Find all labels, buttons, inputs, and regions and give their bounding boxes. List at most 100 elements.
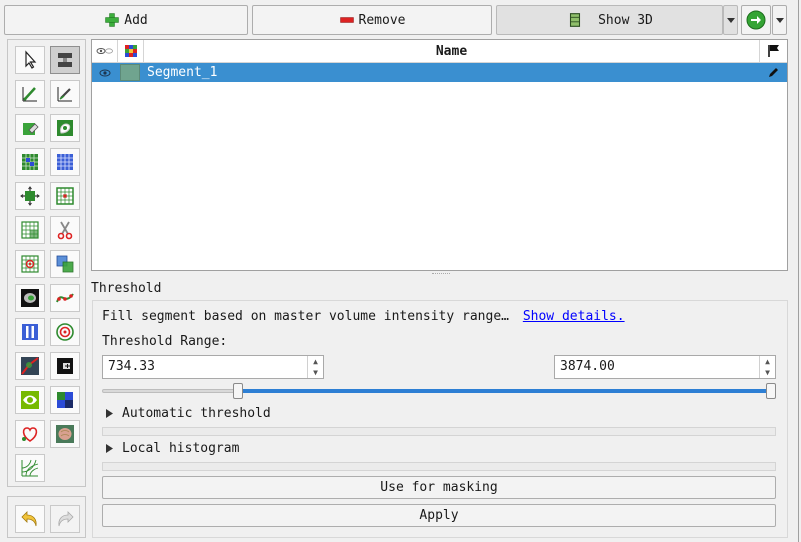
undo-button[interactable] xyxy=(15,505,45,533)
apply-button[interactable]: Apply xyxy=(102,504,776,527)
tool-draw-grid[interactable] xyxy=(15,454,45,482)
margin-icon xyxy=(20,186,40,206)
chevron-down-icon xyxy=(775,17,784,23)
slider-range-fill xyxy=(238,389,771,393)
tool-split-volume[interactable] xyxy=(15,318,45,346)
tool-engrave[interactable] xyxy=(15,420,45,448)
chevron-down-icon xyxy=(726,17,735,23)
tool-grow-from-seeds[interactable] xyxy=(15,148,45,176)
tool-wrap-solidify[interactable] xyxy=(50,352,80,380)
redo-button[interactable] xyxy=(50,505,80,533)
level-tracing-icon xyxy=(57,120,73,136)
smoothing-grid-icon xyxy=(21,221,39,239)
status-column-header[interactable] xyxy=(759,40,787,62)
chevron-right-icon xyxy=(106,444,113,453)
plus-icon xyxy=(105,13,119,27)
redo-icon xyxy=(58,511,74,527)
tool-surface-cut[interactable] xyxy=(50,284,80,312)
slider-min-handle[interactable] xyxy=(233,383,244,399)
show-3d-button[interactable]: Show 3D xyxy=(496,5,723,35)
tool-local-threshold[interactable] xyxy=(50,318,80,346)
local-histogram-section xyxy=(102,462,776,471)
remove-segment-button[interactable]: Remove xyxy=(252,5,492,35)
show-details-link[interactable]: Show details. xyxy=(523,309,625,324)
pointer-icon xyxy=(25,50,37,69)
tool-erase[interactable] xyxy=(15,114,45,142)
grid-seeds-icon xyxy=(22,154,38,170)
curved-grid-icon xyxy=(21,459,39,477)
tool-smoothing[interactable] xyxy=(15,216,45,244)
next-dropdown[interactable] xyxy=(772,5,787,35)
tool-margin[interactable] xyxy=(15,182,45,210)
undo-icon xyxy=(21,511,37,527)
flag-icon xyxy=(767,45,779,57)
tool-logical-operators[interactable] xyxy=(50,250,80,278)
threshold-range-label: Threshold Range: xyxy=(102,334,228,349)
brain-icon xyxy=(56,425,74,443)
minus-icon xyxy=(339,17,354,23)
threshold-min-spinbox[interactable]: 734.33 ▲ ▼ xyxy=(102,355,324,379)
max-spin-arrows[interactable]: ▲ ▼ xyxy=(759,356,775,378)
tool-draw[interactable] xyxy=(50,80,80,108)
description-text: Fill segment based on master volume inte… xyxy=(102,309,509,324)
split-volume-icon xyxy=(22,324,38,340)
table-row[interactable]: Segment_1 xyxy=(92,63,787,82)
arrow-down-icon[interactable]: ▼ xyxy=(760,367,775,378)
curve-points-icon xyxy=(56,293,74,303)
tool-nvidia-aiaa[interactable] xyxy=(15,386,45,414)
pencil-icon xyxy=(769,67,778,77)
tool-none[interactable] xyxy=(15,46,45,74)
threshold-max-spinbox[interactable]: 3874.00 ▲ ▼ xyxy=(554,355,776,379)
show-3d-label: Show 3D xyxy=(598,12,653,28)
use-for-masking-button[interactable]: Use for masking xyxy=(102,476,776,499)
tool-draw-tube[interactable] xyxy=(50,386,80,414)
scissors-icon xyxy=(57,221,73,240)
eraser-icon xyxy=(23,123,39,135)
visibility-toggle[interactable] xyxy=(92,63,118,82)
visibility-column-header[interactable] xyxy=(92,40,118,62)
add-segment-button[interactable]: Add xyxy=(4,5,248,35)
arrow-up-icon[interactable]: ▲ xyxy=(308,356,323,367)
splitter-handle[interactable] xyxy=(432,273,450,276)
effect-title: Threshold xyxy=(91,281,162,296)
nvidia-eye-icon xyxy=(21,391,39,409)
tool-islands[interactable] xyxy=(15,250,45,278)
effect-description: Fill segment based on master volume inte… xyxy=(102,309,625,324)
tool-mask-volume[interactable] xyxy=(15,284,45,312)
threshold-min-value: 734.33 xyxy=(108,359,155,374)
name-column-header[interactable]: Name xyxy=(144,40,759,62)
tool-watershed[interactable] xyxy=(15,352,45,380)
arrow-up-icon[interactable]: ▲ xyxy=(760,356,775,367)
segment-color-swatch[interactable] xyxy=(120,64,140,81)
wrap-solidify-icon xyxy=(57,358,73,374)
logical-operators-icon xyxy=(56,255,74,273)
slider-max-handle[interactable] xyxy=(766,383,776,399)
min-spin-arrows[interactable]: ▲ ▼ xyxy=(307,356,323,378)
brain-mask-icon xyxy=(21,289,39,307)
tool-scissors[interactable] xyxy=(50,216,80,244)
arrow-down-icon[interactable]: ▼ xyxy=(308,367,323,378)
pencil-icon xyxy=(57,87,72,102)
apply-label: Apply xyxy=(419,508,459,523)
hollow-grid-icon xyxy=(56,187,74,205)
next-button[interactable] xyxy=(741,5,771,35)
target-icon xyxy=(56,323,74,341)
grid-fill-icon xyxy=(57,154,73,170)
tool-paint[interactable] xyxy=(15,80,45,108)
segment-name[interactable]: Segment_1 xyxy=(147,63,217,82)
tool-fill-between-slices[interactable] xyxy=(50,148,80,176)
segmentation-3d-icon xyxy=(570,13,581,27)
segment-status[interactable] xyxy=(759,63,787,82)
tool-hollow[interactable] xyxy=(50,182,80,210)
show-3d-dropdown[interactable] xyxy=(723,5,738,35)
tool-level-tracing[interactable] xyxy=(50,114,80,142)
tool-brain-model[interactable] xyxy=(50,420,80,448)
tool-segment-editor[interactable] xyxy=(50,46,80,74)
window-border xyxy=(798,0,799,542)
color-column-header[interactable] xyxy=(118,40,144,62)
threshold-range-slider[interactable] xyxy=(102,383,776,399)
threshold-max-value: 3874.00 xyxy=(560,359,615,374)
automatic-threshold-toggle[interactable]: Automatic threshold xyxy=(106,406,271,421)
segments-table: Name Segment_1 xyxy=(91,39,788,271)
local-histogram-toggle[interactable]: Local histogram xyxy=(106,441,239,456)
